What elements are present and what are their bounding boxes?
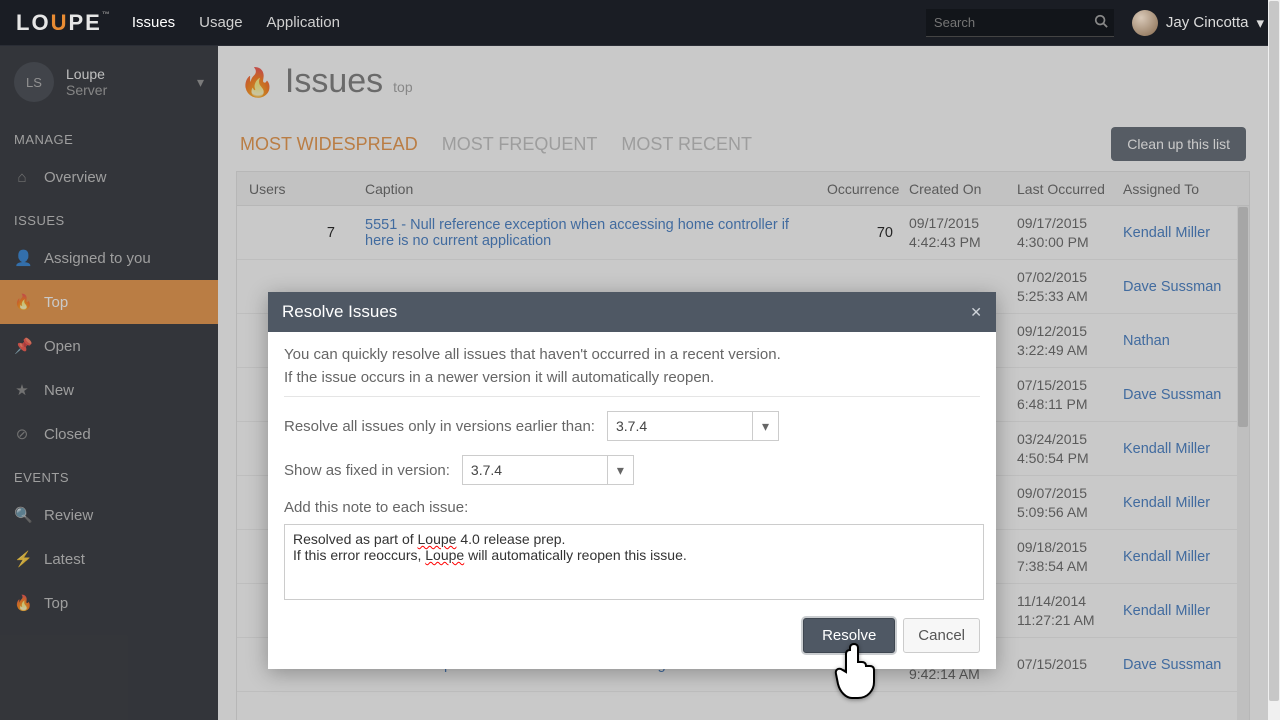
user-name: Jay Cincotta xyxy=(1166,14,1249,31)
modal-desc-1: You can quickly resolve all issues that … xyxy=(284,346,980,363)
fixed-version-dropdown[interactable]: 3.7.4 ▾ xyxy=(462,455,634,485)
user-menu[interactable]: Jay Cincotta ▾ xyxy=(1132,10,1264,36)
note-textarea[interactable]: Resolved as part of Loupe 4.0 release pr… xyxy=(284,524,984,600)
modal-desc-2: If the issue occurs in a newer version i… xyxy=(284,369,980,386)
fixed-version-label: Show as fixed in version: xyxy=(284,462,450,479)
modal-title: Resolve Issues xyxy=(282,302,970,322)
topbar: LOUPE™ Issues Usage Application Jay Cinc… xyxy=(0,0,1280,46)
nav-issues[interactable]: Issues xyxy=(132,14,175,31)
search-input[interactable] xyxy=(926,9,1114,37)
nav-application[interactable]: Application xyxy=(267,14,340,31)
modal-header: Resolve Issues ✕ xyxy=(268,292,996,332)
note-label: Add this note to each issue: xyxy=(284,499,980,516)
search-wrap xyxy=(926,9,1114,37)
resolve-versions-dropdown[interactable]: 3.7.4 ▾ xyxy=(607,411,779,441)
chevron-down-icon: ▾ xyxy=(607,456,633,484)
top-nav: Issues Usage Application xyxy=(132,14,340,31)
page-scrollbar[interactable] xyxy=(1268,0,1280,720)
logo: LOUPE™ xyxy=(16,10,112,36)
chevron-down-icon: ▾ xyxy=(752,412,778,440)
dropdown-value: 3.7.4 xyxy=(616,418,647,434)
avatar xyxy=(1132,10,1158,36)
chevron-down-icon: ▾ xyxy=(1256,14,1264,32)
resolve-versions-label: Resolve all issues only in versions earl… xyxy=(284,418,595,435)
close-icon[interactable]: ✕ xyxy=(970,304,982,321)
search-icon[interactable] xyxy=(1094,14,1108,31)
nav-usage[interactable]: Usage xyxy=(199,14,242,31)
resolve-button[interactable]: Resolve xyxy=(803,618,895,653)
dropdown-value: 3.7.4 xyxy=(471,462,502,478)
cancel-button[interactable]: Cancel xyxy=(903,618,980,653)
resolve-issues-modal: Resolve Issues ✕ You can quickly resolve… xyxy=(268,292,996,669)
